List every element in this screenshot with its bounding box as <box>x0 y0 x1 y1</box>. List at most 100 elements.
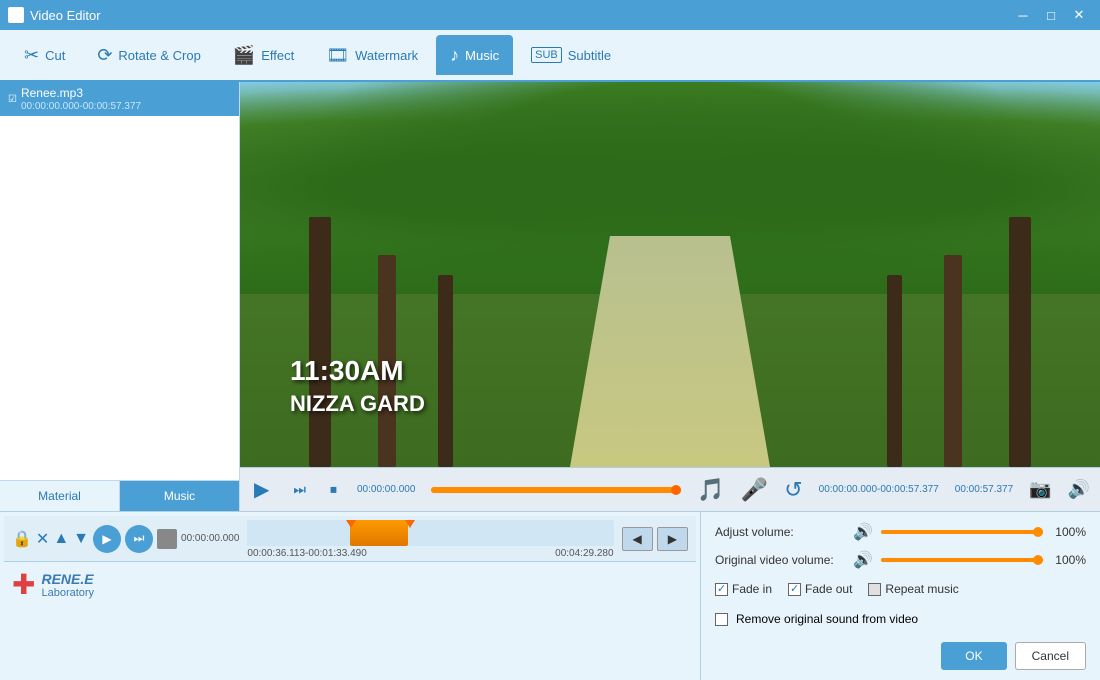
adjust-volume-row: Adjust volume: 🔊 100% <box>715 522 1086 542</box>
lock-button[interactable]: 🔒 <box>12 529 32 549</box>
timeline-play-button[interactable]: ▶ <box>93 525 121 553</box>
music-icon: ♪ <box>450 45 459 66</box>
repeat-music-cb[interactable] <box>868 583 881 596</box>
tl-time-start: 00:00:00.000 <box>181 533 239 544</box>
ok-button[interactable]: OK <box>941 642 1006 670</box>
volume-icon-2: 🔊 <box>853 550 873 570</box>
effect-icon: 🎬 <box>233 45 255 66</box>
fade-out-label: Fade out <box>805 582 852 596</box>
action-buttons: OK Cancel <box>715 638 1086 670</box>
tree-trunk <box>1009 217 1031 467</box>
video-time-end: 00:00:57.377 <box>955 484 1013 495</box>
remove-sound-cb[interactable] <box>715 613 728 626</box>
video-toolbar: ▶ ⏭ ⏹ 00:00:00.000 🎵 🎤 ↺ 00:00:00.000-00… <box>240 467 1100 511</box>
tab-music[interactable]: ♪ Music <box>436 35 513 75</box>
main-container: ✂ Cut ⟳ Rotate & Crop 🎬 Effect 🎞 Waterma… <box>0 30 1100 680</box>
timeline-marker-2[interactable] <box>405 520 415 528</box>
timeline-section: 🔒 ✕ ▲ ▼ ▶ ⏭ 00:00:00.000 <box>0 512 700 680</box>
music-tab-btn[interactable]: Music <box>120 481 239 511</box>
delete-button[interactable]: ✕ <box>36 529 49 549</box>
app-icon <box>8 7 24 23</box>
timeline-play-next-button[interactable]: ⏭ <box>125 525 153 553</box>
original-volume-value: 100% <box>1051 553 1086 567</box>
original-volume-row: Original video volume: 🔊 100% <box>715 550 1086 570</box>
timeline-track-container: 00:00:36.113-00:01:33.490 00:04:29.280 <box>243 518 617 559</box>
timestamp: 00:00:00.000-00:00:57.377 <box>21 101 141 112</box>
adjust-volume-value: 100% <box>1051 525 1086 539</box>
volume-icon-1: 🔊 <box>853 522 873 542</box>
video-time-range: 00:00:00.000-00:00:57.377 <box>819 484 939 495</box>
tree-trunk <box>944 255 962 467</box>
app-title: Video Editor <box>30 8 101 23</box>
stop-button[interactable]: ⏹ <box>326 479 341 500</box>
timeline-track[interactable] <box>247 520 613 546</box>
add-person-icon[interactable]: 🎤 <box>741 477 768 503</box>
remove-sound-label: Remove original sound from video <box>736 612 918 626</box>
fade-out-checkbox[interactable]: Fade out <box>788 582 852 596</box>
tab-rotate-crop[interactable]: ⟳ Rotate & Crop <box>83 35 214 75</box>
material-tab-btn[interactable]: Material <box>0 481 120 511</box>
cut-icon: ✂ <box>24 45 39 66</box>
timeline-marker-1[interactable] <box>346 520 356 528</box>
video-area: 11:30AM NIZZA GARD ▶ ⏭ ⏹ 00:00:00.000 <box>240 82 1100 511</box>
tab-subtitle[interactable]: SUB Subtitle <box>517 35 625 75</box>
repeat-music-checkbox[interactable]: Repeat music <box>868 582 958 596</box>
fade-in-checkbox[interactable]: Fade in <box>715 582 772 596</box>
logo-name: RENE.E <box>41 571 94 587</box>
minimize-button[interactable]: ─ <box>1010 4 1036 26</box>
tl-time-end: 00:04:29.280 <box>555 548 613 559</box>
tab-effect[interactable]: 🎬 Effect <box>219 35 308 75</box>
checkbox-row: Fade in Fade out Repeat music <box>715 578 1086 600</box>
file-icon: ☑ <box>8 94 17 105</box>
volume-icon-main[interactable]: 🔊 <box>1068 479 1090 500</box>
logo-text-area: RENE.E Laboratory <box>41 571 94 599</box>
left-panel: ☑ Renee.mp3 00:00:00.000-00:00:57.377 Ma… <box>0 82 240 511</box>
file-item[interactable]: ☑ Renee.mp3 00:00:00.000-00:00:57.377 <box>0 82 239 116</box>
video-overlay-place: NIZZA GARD <box>290 391 425 417</box>
tab-cut[interactable]: ✂ Cut <box>10 35 79 75</box>
play-next-button[interactable]: ⏭ <box>289 479 310 500</box>
tab-bar: ✂ Cut ⟳ Rotate & Crop 🎬 Effect 🎞 Waterma… <box>0 30 1100 82</box>
refresh-icon[interactable]: ↺ <box>784 477 802 503</box>
fade-in-label: Fade in <box>732 582 772 596</box>
logo-area: ✚ RENE.E Laboratory <box>4 562 696 607</box>
cancel-button[interactable]: Cancel <box>1015 642 1086 670</box>
play-button[interactable]: ▶ <box>250 475 273 504</box>
move-up-button[interactable]: ▲ <box>53 530 69 548</box>
window-controls: ─ □ ✕ <box>1010 4 1092 26</box>
timeline-segment[interactable] <box>350 520 409 546</box>
trim-right-button[interactable]: ▶ <box>657 527 688 551</box>
watermark-icon: 🎞 <box>326 45 349 66</box>
subtitle-icon: SUB <box>531 47 562 63</box>
tab-watermark[interactable]: 🎞 Watermark <box>312 35 432 75</box>
video-overlay-time: 11:30AM <box>290 355 404 387</box>
rotate-icon: ⟳ <box>97 45 112 66</box>
title-bar: Video Editor ─ □ ✕ <box>0 0 1100 30</box>
tree-trunk <box>438 275 453 468</box>
panel-buttons: Material Music <box>0 480 239 511</box>
progress-thumb[interactable] <box>671 485 681 495</box>
video-progress[interactable] <box>431 487 681 493</box>
video-preview: 11:30AM NIZZA GARD <box>240 82 1100 467</box>
adjust-volume-label: Adjust volume: <box>715 525 845 539</box>
camera-icon[interactable]: 📷 <box>1029 479 1051 500</box>
adjust-volume-slider[interactable] <box>881 525 1043 539</box>
original-volume-label: Original video volume: <box>715 553 845 567</box>
maximize-button[interactable]: □ <box>1038 4 1064 26</box>
logo-cross-icon: ✚ <box>12 568 35 601</box>
close-button[interactable]: ✕ <box>1066 4 1092 26</box>
tree-trunk <box>309 217 331 467</box>
repeat-music-label: Repeat music <box>885 582 958 596</box>
trim-left-button[interactable]: ◀ <box>622 527 653 551</box>
fade-in-cb[interactable] <box>715 583 728 596</box>
timeline-controls: 🔒 ✕ ▲ ▼ ▶ ⏭ 00:00:00.000 <box>4 516 696 562</box>
move-down-button[interactable]: ▼ <box>73 530 89 548</box>
original-volume-slider[interactable] <box>881 553 1043 567</box>
fade-out-cb[interactable] <box>788 583 801 596</box>
filename: Renee.mp3 <box>21 86 141 100</box>
tl-time-mid: 00:00:36.113-00:01:33.490 <box>247 548 366 559</box>
video-time-start: 00:00:00.000 <box>357 484 415 495</box>
add-music-icon[interactable]: 🎵 <box>697 477 724 503</box>
timeline-stop-button[interactable] <box>157 529 177 549</box>
video-scene: 11:30AM NIZZA GARD <box>240 82 1100 467</box>
